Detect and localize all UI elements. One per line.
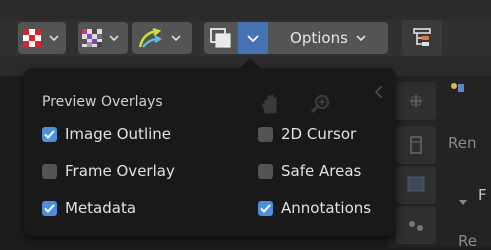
preview-overlays-popup: Preview Overlays Image Outline Frame Ove… [24,68,396,236]
overlay-squares-icon[interactable] [204,24,238,52]
checkbox-label: Metadata [65,199,137,217]
chevron-down-icon [168,35,184,41]
checkbox-checked[interactable] [42,200,57,216]
hand-icon [260,92,282,118]
options-dropdown[interactable]: Options [268,22,388,54]
checkmark-icon [260,203,271,213]
chevron-down-icon [106,35,122,41]
curve-arrow-icon [132,24,168,52]
checker-red-icon [18,24,46,52]
checkbox-metadata[interactable]: Metadata [42,199,136,217]
color-checker-icon [78,24,106,52]
zoom-icon [310,92,332,118]
checkbox-checked[interactable] [42,126,57,142]
properties-header-icon [448,80,468,100]
checkbox-label: Annotations [281,199,372,217]
chevron-down-icon [46,35,62,41]
checkmark-icon [44,203,55,213]
checkbox-label: 2D Cursor [281,125,357,143]
curve-display-dropdown[interactable] [132,22,192,54]
render-display-dropdown[interactable] [18,22,66,54]
checkbox-image-outline[interactable]: Image Outline [42,125,171,143]
checkbox-frame-overlay[interactable]: Frame Overlay [42,162,175,180]
options-label: Options [290,29,348,47]
checkbox-2d-cursor[interactable]: 2D Cursor [258,125,356,143]
checkbox-unchecked[interactable] [258,126,273,142]
tool-icon[interactable] [396,166,436,204]
chevron-down-icon [356,35,366,41]
chevron-left-icon [374,84,384,103]
checkbox-label: Frame Overlay [65,162,175,180]
background-label: Re [458,232,477,250]
checkbox-checked[interactable] [258,200,273,216]
chevron-down-icon [247,34,259,42]
checkbox-label: Safe Areas [281,162,362,180]
checkmark-icon [44,129,55,139]
checkbox-safe-areas[interactable]: Safe Areas [258,162,361,180]
sidebar-toggle-button[interactable] [402,20,442,56]
checkbox-annotations[interactable]: Annotations [258,199,371,217]
tool-icon[interactable] [396,126,436,164]
chevron-down-icon [458,192,468,211]
checkbox-label: Image Outline [65,125,172,143]
background-label: F [478,186,487,204]
outliner-tree-icon [413,28,431,46]
checkbox-unchecked[interactable] [258,163,273,179]
overlay-dropdown-button[interactable] [238,22,268,54]
popup-title: Preview Overlays [42,94,163,110]
overlay-toggle-group[interactable] [204,22,268,54]
color-display-dropdown[interactable] [78,22,128,54]
tool-icon[interactable] [396,82,436,120]
background-label: Ren [448,134,477,152]
tool-icon[interactable] [396,206,436,244]
checkbox-unchecked[interactable] [42,163,57,179]
